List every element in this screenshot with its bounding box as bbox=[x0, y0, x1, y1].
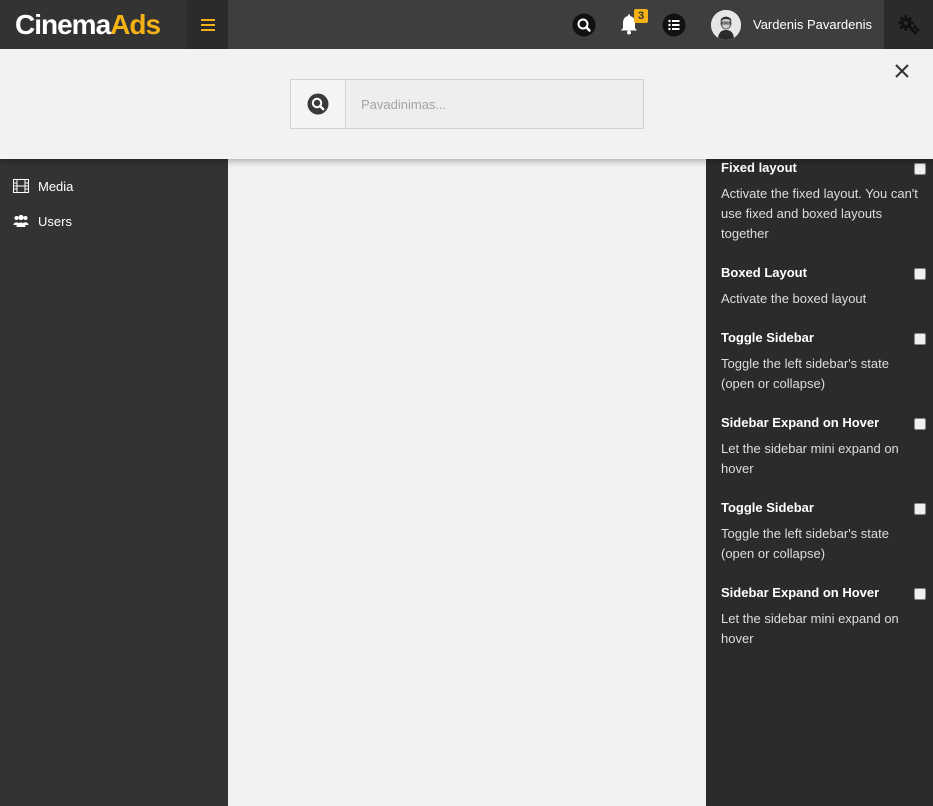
option-fixed-layout: Fixed layout Activate the fixed layout. … bbox=[721, 160, 926, 244]
notification-count-badge: 3 bbox=[634, 9, 648, 23]
option-title: Sidebar Expand on Hover bbox=[721, 415, 880, 430]
option-title: Fixed layout bbox=[721, 160, 797, 175]
option-boxed-layout: Boxed Layout Activate the boxed layout bbox=[721, 265, 926, 309]
user-avatar-icon bbox=[711, 9, 741, 40]
film-icon bbox=[13, 178, 29, 194]
option-description: Activate the boxed layout bbox=[721, 291, 867, 306]
option-title: Toggle Sidebar bbox=[721, 330, 814, 345]
option-title: Sidebar Expand on Hover bbox=[721, 585, 880, 600]
logo-text-ads: Ads bbox=[110, 8, 161, 40]
option-toggle-sidebar: Toggle Sidebar Toggle the left sidebar's… bbox=[721, 330, 926, 394]
search-input[interactable] bbox=[346, 80, 643, 128]
notifications-button[interactable]: 3 bbox=[617, 9, 648, 37]
logo[interactable]: CinemaAds bbox=[0, 0, 187, 49]
sidebar-expand-hover-checkbox[interactable] bbox=[914, 418, 926, 430]
sidebar-item-label: Media bbox=[38, 178, 74, 194]
search-box bbox=[290, 79, 644, 129]
fixed-layout-checkbox[interactable] bbox=[914, 163, 926, 175]
boxed-layout-checkbox[interactable] bbox=[914, 268, 926, 280]
avatar bbox=[711, 9, 741, 40]
list-icon bbox=[662, 13, 686, 37]
header-search-button[interactable] bbox=[572, 13, 596, 37]
option-sidebar-expand-hover-2: Sidebar Expand on Hover Let the sidebar … bbox=[721, 585, 926, 649]
hamburger-icon bbox=[200, 18, 215, 31]
toggle-sidebar-checkbox[interactable] bbox=[914, 333, 926, 345]
search-submit-button[interactable] bbox=[291, 80, 346, 128]
control-sidebar-toggle[interactable] bbox=[884, 0, 933, 49]
option-description: Toggle the left sidebar's state (open or… bbox=[721, 356, 889, 391]
gears-icon bbox=[897, 14, 920, 35]
option-sidebar-expand-hover: Sidebar Expand on Hover Let the sidebar … bbox=[721, 415, 926, 479]
search-icon bbox=[307, 93, 329, 115]
sidebar-item-media[interactable]: Media bbox=[0, 171, 228, 201]
control-sidebar: Fixed layout Activate the fixed layout. … bbox=[706, 49, 933, 806]
logo-text-cinema: Cinema bbox=[15, 8, 111, 40]
sidebar-item-users[interactable]: Users bbox=[0, 206, 228, 236]
sidebar-expand-hover-checkbox-2[interactable] bbox=[914, 588, 926, 600]
search-overlay bbox=[0, 49, 933, 159]
option-description: Let the sidebar mini expand on hover bbox=[721, 611, 899, 646]
main-sidebar: Media Users bbox=[0, 49, 228, 806]
option-title: Toggle Sidebar bbox=[721, 500, 814, 515]
sidebar-item-label: Users bbox=[38, 213, 72, 229]
user-menu[interactable]: Vardenis Pavardenis bbox=[700, 0, 884, 49]
option-toggle-sidebar-2: Toggle Sidebar Toggle the left sidebar's… bbox=[721, 500, 926, 564]
option-description: Let the sidebar mini expand on hover bbox=[721, 441, 899, 476]
main-header: CinemaAds 3 Vardenis Pavardenis bbox=[0, 0, 933, 49]
toggle-sidebar-checkbox-2[interactable] bbox=[914, 503, 926, 515]
sidebar-toggle-button[interactable] bbox=[187, 0, 228, 49]
logo-text: CinemaAds bbox=[15, 8, 161, 40]
option-description: Toggle the left sidebar's state (open or… bbox=[721, 526, 889, 561]
tasks-button[interactable] bbox=[662, 13, 686, 37]
user-name: Vardenis Pavardenis bbox=[753, 17, 872, 32]
option-title: Boxed Layout bbox=[721, 265, 807, 280]
close-icon[interactable] bbox=[893, 62, 911, 80]
option-description: Activate the fixed layout. You can't use… bbox=[721, 186, 918, 241]
users-icon bbox=[13, 213, 29, 229]
search-icon bbox=[572, 13, 596, 37]
